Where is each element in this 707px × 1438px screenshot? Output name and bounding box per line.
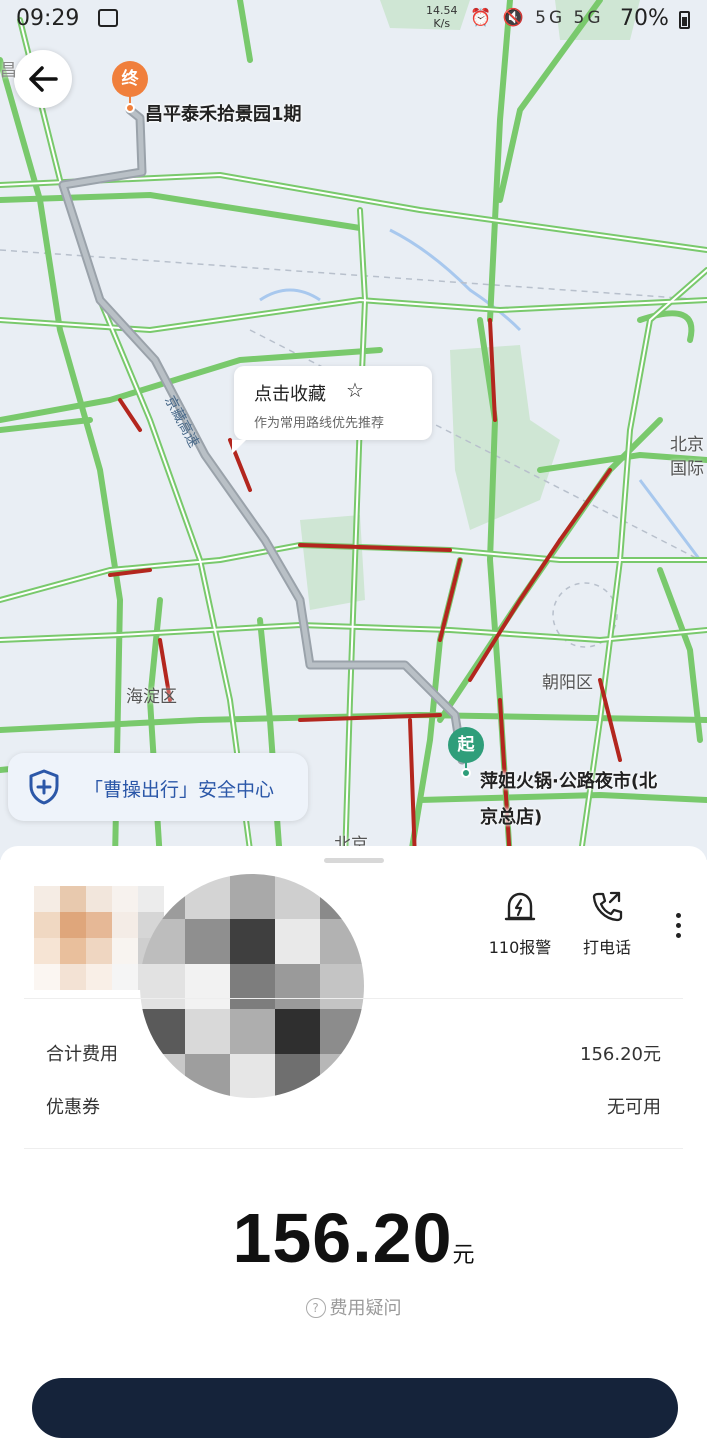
alarm-icon [504,892,536,921]
status-time: 09:29 [16,6,80,31]
fee-question-link[interactable]: ? 费用疑问 [0,1294,707,1320]
status-icons: ⏰ 🔇 5G 5G [470,8,604,28]
destination-label[interactable]: 昌平泰禾拾景园1期 [145,100,302,126]
map-label-haidian: 海淀区 [126,687,177,707]
safety-center-button[interactable]: 「曹操出行」安全中心 [8,753,308,821]
destination-marker[interactable]: 终 [112,61,148,97]
call-driver-label: 打电话 [582,938,631,957]
trip-bottom-sheet: 110报警 打电话 合计费用 156.20元 优惠券 无可用 156.20元 ?… [0,846,707,1438]
network-speed-unit: K/s [433,17,451,30]
total-price-unit: 元 [452,1243,475,1268]
phone-icon [592,891,623,922]
shield-plus-icon [29,769,59,805]
origin-dot [461,768,471,778]
fare-row-value: 无可用 [607,1097,661,1118]
question-icon: ? [305,1298,326,1318]
status-bar: 09:29 14.54 K/s ⏰ 🔇 5G 5G 70% [0,0,707,40]
star-icon: ☆ [346,378,364,402]
total-price: 156.20元 [0,1198,707,1278]
network-speed: 14.54 K/s [426,4,458,30]
fare-row-label: 优惠券 [46,1097,100,1118]
battery-icon [679,11,690,29]
map-label-airport-2: 国际 [670,459,704,479]
map-label-airport-1: 北京 [670,435,704,455]
total-price-amount: 156.20 [232,1199,453,1277]
battery-percent: 70% [620,6,669,31]
route-map[interactable]: 09:29 14.54 K/s ⏰ 🔇 5G 5G 70% 昌 终 昌平泰禾拾景… [0,0,707,860]
police-110-button[interactable]: 110报警 [484,890,556,958]
origin-marker[interactable]: 起 [448,727,484,763]
origin-label[interactable]: 萍姐火锅·公路夜市(北京总店) [480,764,660,836]
arrow-left-icon [29,66,58,92]
network-speed-value: 14.54 [426,4,458,17]
map-label-chaoyang: 朝阳区 [542,673,593,693]
safety-center-label: 「曹操出行」安全中心 [84,779,275,801]
divider [24,998,683,999]
favorite-tooltip-title: 点击收藏 [254,384,326,405]
police-110-label: 110报警 [488,938,552,957]
destination-dot [125,103,135,113]
fare-row-value: 156.20元 [580,1044,661,1065]
fare-row-label: 合计费用 [46,1044,118,1065]
map-label-top-left: 昌 [0,61,17,81]
call-driver-button[interactable]: 打电话 [574,890,640,958]
sheet-drag-handle[interactable] [324,858,384,863]
more-options-icon[interactable] [666,910,690,946]
favorite-route-tooltip[interactable]: 点击收藏 ☆ 作为常用路线优先推荐 [232,366,432,454]
pay-button[interactable] [32,1378,678,1438]
fare-row-total: 合计费用 156.20元 [46,1040,661,1066]
fee-question-label: 费用疑问 [329,1298,402,1319]
favorite-tooltip-subtitle: 作为常用路线优先推荐 [254,416,385,431]
gallery-icon [98,9,118,27]
fare-row-coupon[interactable]: 优惠券 无可用 [46,1093,661,1119]
divider [24,1148,683,1149]
back-button[interactable] [14,50,72,108]
